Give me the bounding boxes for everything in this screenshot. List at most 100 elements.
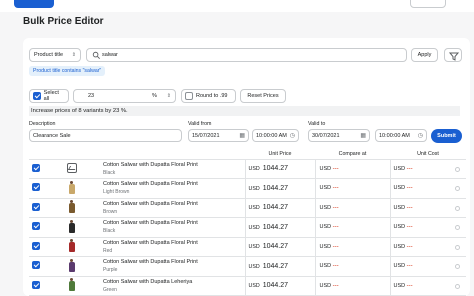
valid-to-label: Valid to [308, 121, 326, 127]
image-placeholder-icon [66, 162, 77, 173]
unit-price-cell[interactable]: USD 1044.27 [244, 237, 315, 257]
unit-cost-cell[interactable]: USD --- [389, 198, 466, 218]
table-row[interactable]: Cotton Salwar with Dupatta Floral Print … [29, 256, 466, 277]
active-filter-tag[interactable]: Product title contains "salwar" [29, 66, 106, 76]
change-summary: Increase prices of 8 variants by 23 %. [29, 106, 460, 116]
valid-to-date-input[interactable]: 30/07/2021 ▦ [308, 129, 370, 142]
compare-at-value: --- [332, 204, 339, 211]
currency-label: USD [319, 243, 332, 250]
unit-cost-cell[interactable]: USD --- [389, 237, 466, 257]
compare-at-header: Compare at [315, 150, 390, 160]
unit-price-cell[interactable]: USD 1044.27 [244, 159, 315, 179]
unit-price-value: 1044.27 [262, 243, 288, 251]
currency-label: USD [393, 224, 406, 231]
compare-at-value: --- [332, 185, 339, 192]
unit-cost-cell[interactable]: USD --- [389, 256, 466, 277]
currency-label: USD [248, 205, 260, 212]
description-label: Description [29, 121, 56, 127]
unit-cost-cell[interactable]: USD --- [389, 178, 466, 199]
unit-cost-value: --- [406, 224, 413, 231]
unit-price-cell[interactable]: USD 1044.27 [244, 217, 315, 238]
secondary-top-button[interactable] [410, 0, 446, 8]
unit-cost-value: --- [406, 185, 413, 192]
calendar-icon[interactable]: ▦ [360, 132, 366, 139]
chevron-updown-icon: ⇕ [166, 93, 171, 99]
filter-funnel-icon [448, 52, 460, 61]
clock-icon[interactable]: ◷ [418, 132, 423, 139]
row-checkbox[interactable] [32, 183, 40, 192]
unit-price-cell[interactable]: USD 1044.27 [244, 178, 315, 199]
unit-price-cell[interactable]: USD 1044.27 [244, 198, 315, 218]
variant-name: Light Brown [103, 189, 130, 196]
table-row[interactable]: Cotton Salwar with Dupatta Floral Print … [29, 237, 466, 257]
table-row[interactable]: Cotton Salwar with Dupatta Floral Print … [29, 198, 466, 218]
currency-label: USD [248, 263, 260, 270]
unit-price-value: 1044.27 [262, 282, 288, 290]
unit-cost-header: Unit Cost [390, 150, 466, 160]
valid-from-date-input[interactable]: 15/07/2021 ▦ [188, 129, 249, 142]
submit-button[interactable]: Submit [431, 129, 462, 143]
unit-cost-value: --- [406, 263, 413, 270]
clock-icon[interactable]: ◷ [290, 132, 295, 139]
unit-price-value: 1044.27 [262, 184, 288, 192]
apply-button[interactable]: Apply [411, 48, 438, 62]
description-value: Clearance Sale [33, 133, 71, 139]
top-bar [0, 0, 474, 12]
product-title: Cotton Salwar with Dupatta Floral Print [103, 161, 198, 168]
currency-label: USD [319, 204, 332, 211]
select-all-label: Select all [43, 90, 59, 102]
valid-to-time-input[interactable]: 10:00:00 AM ◷ [375, 129, 427, 142]
row-checkbox[interactable] [32, 222, 40, 231]
unit-cost-cell[interactable]: USD --- [389, 217, 466, 238]
amount-value: 23 [88, 93, 95, 99]
product-thumbnail [67, 258, 77, 272]
row-checkbox[interactable] [32, 163, 40, 172]
unit-cost-cell[interactable]: USD --- [389, 276, 466, 296]
compare-at-cell[interactable]: USD --- [314, 159, 390, 179]
round-label: Round to .99 [196, 93, 228, 99]
row-checkbox[interactable] [32, 202, 40, 211]
valid-from-time-input[interactable]: 10:00:00 AM ◷ [252, 129, 299, 142]
table-row[interactable]: Cotton Salwar with Dupatta Floral Print … [29, 217, 466, 238]
description-input[interactable]: Clearance Sale [29, 129, 182, 142]
currency-label: USD [393, 282, 406, 289]
amount-unit-select[interactable]: % [152, 93, 157, 99]
page-title: Bulk Price Editor [23, 16, 104, 27]
loading-spinner-icon [455, 264, 460, 269]
calendar-icon[interactable]: ▦ [239, 132, 245, 139]
adjustment-amount-input[interactable]: 23 % ⇕ [73, 89, 176, 103]
product-title: Cotton Salwar with Dupatta Floral Print [103, 220, 198, 227]
compare-at-cell[interactable]: USD --- [314, 178, 390, 199]
reset-prices-button[interactable]: Reset Prices [240, 89, 286, 103]
unit-cost-cell[interactable]: USD --- [389, 159, 466, 179]
table-row[interactable]: Cotton Salwar with Dupatta Leheriya Gree… [29, 276, 466, 296]
unit-price-value: 1044.27 [262, 262, 288, 270]
compare-at-cell[interactable]: USD --- [314, 256, 390, 277]
filter-button[interactable] [444, 48, 462, 62]
row-checkbox[interactable] [32, 241, 40, 250]
compare-at-cell[interactable]: USD --- [314, 217, 390, 238]
unit-cost-value: --- [406, 243, 413, 250]
filter-field-select[interactable]: Product title ⇕ [29, 48, 81, 62]
row-checkbox[interactable] [32, 261, 40, 270]
compare-at-cell[interactable]: USD --- [314, 276, 390, 296]
compare-at-value: --- [332, 224, 339, 231]
table-row[interactable]: Cotton Salwar with Dupatta Floral Print … [29, 159, 466, 179]
round-to-99-checkbox[interactable]: Round to .99 [181, 89, 236, 103]
loading-spinner-icon [455, 166, 460, 172]
select-all-checkbox[interactable]: Select all [29, 89, 69, 103]
table-row[interactable]: Cotton Salwar with Dupatta Floral Print … [29, 178, 466, 199]
row-checkbox[interactable] [32, 280, 40, 289]
product-title: Cotton Salwar with Dupatta Floral Print [103, 181, 198, 188]
unit-price-value: 1044.27 [262, 165, 288, 173]
compare-at-cell[interactable]: USD --- [314, 237, 390, 257]
compare-at-cell[interactable]: USD --- [314, 198, 390, 218]
primary-top-button[interactable] [14, 0, 54, 8]
unit-price-cell[interactable]: USD 1044.27 [244, 256, 315, 277]
currency-label: USD [393, 204, 406, 211]
compare-at-value: --- [332, 243, 339, 250]
search-input[interactable]: salwar [86, 48, 407, 62]
compare-at-value: --- [332, 165, 339, 172]
product-title: Cotton Salwar with Dupatta Floral Print [103, 200, 198, 207]
unit-price-cell[interactable]: USD 1044.27 [244, 276, 315, 296]
